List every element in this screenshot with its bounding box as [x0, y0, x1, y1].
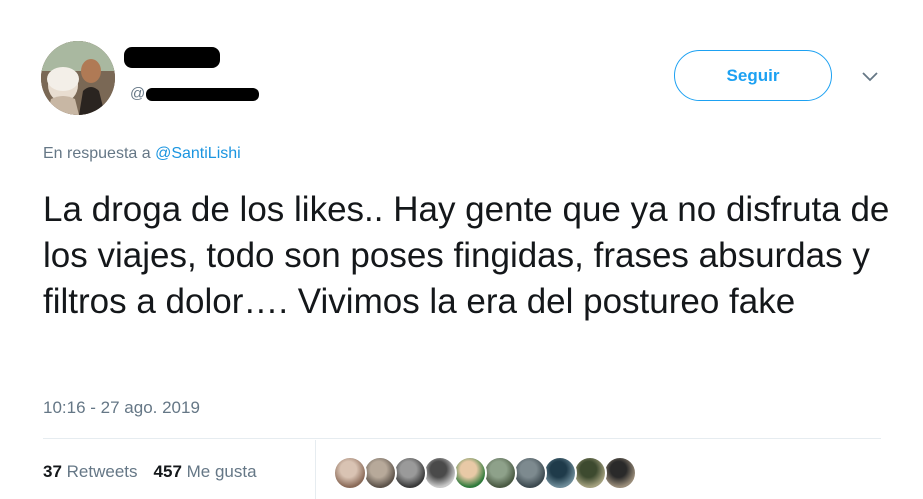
liker-avatar[interactable] — [363, 456, 397, 490]
liker-avatar[interactable] — [453, 456, 487, 490]
likes-label: Me gusta — [186, 462, 257, 481]
liker-avatar[interactable] — [543, 456, 577, 490]
handle-prefix: @ — [130, 85, 146, 102]
author-handle-redaction — [146, 88, 259, 101]
retweets-stat[interactable]: 37 Retweets — [43, 462, 138, 482]
liker-avatar[interactable] — [423, 456, 457, 490]
tweet-text: La droga de los likes.. Hay gente que ya… — [43, 190, 890, 321]
reply-context: En respuesta a @SantiLishi — [43, 145, 241, 163]
likes-stat[interactable]: 457 Me gusta — [154, 462, 257, 482]
tweet-stats: 37 Retweets 457 Me gusta — [43, 462, 257, 482]
chevron-down-icon[interactable] — [860, 67, 880, 87]
follow-button[interactable]: Seguir — [674, 50, 832, 101]
reply-prefix: En respuesta a — [43, 145, 156, 162]
author-avatar[interactable] — [41, 41, 115, 115]
author-handle[interactable]: @ — [130, 85, 145, 102]
liker-avatar[interactable] — [573, 456, 607, 490]
retweets-label: Retweets — [66, 462, 138, 481]
liker-avatar[interactable] — [333, 456, 367, 490]
reply-mention-link[interactable]: @SantiLishi — [155, 145, 241, 162]
author-avatar-image — [41, 41, 115, 115]
tweet-timestamp[interactable]: 10:16 - 27 ago. 2019 — [43, 398, 200, 418]
liker-avatar[interactable] — [483, 456, 517, 490]
liker-avatar[interactable] — [393, 456, 427, 490]
liker-avatar[interactable] — [603, 456, 637, 490]
author-name-redaction — [124, 47, 220, 68]
stats-vertical-divider — [315, 440, 316, 499]
stats-divider — [43, 438, 881, 439]
likes-count: 457 — [153, 462, 182, 481]
liker-avatar[interactable] — [513, 456, 547, 490]
retweets-count: 37 — [43, 462, 62, 481]
